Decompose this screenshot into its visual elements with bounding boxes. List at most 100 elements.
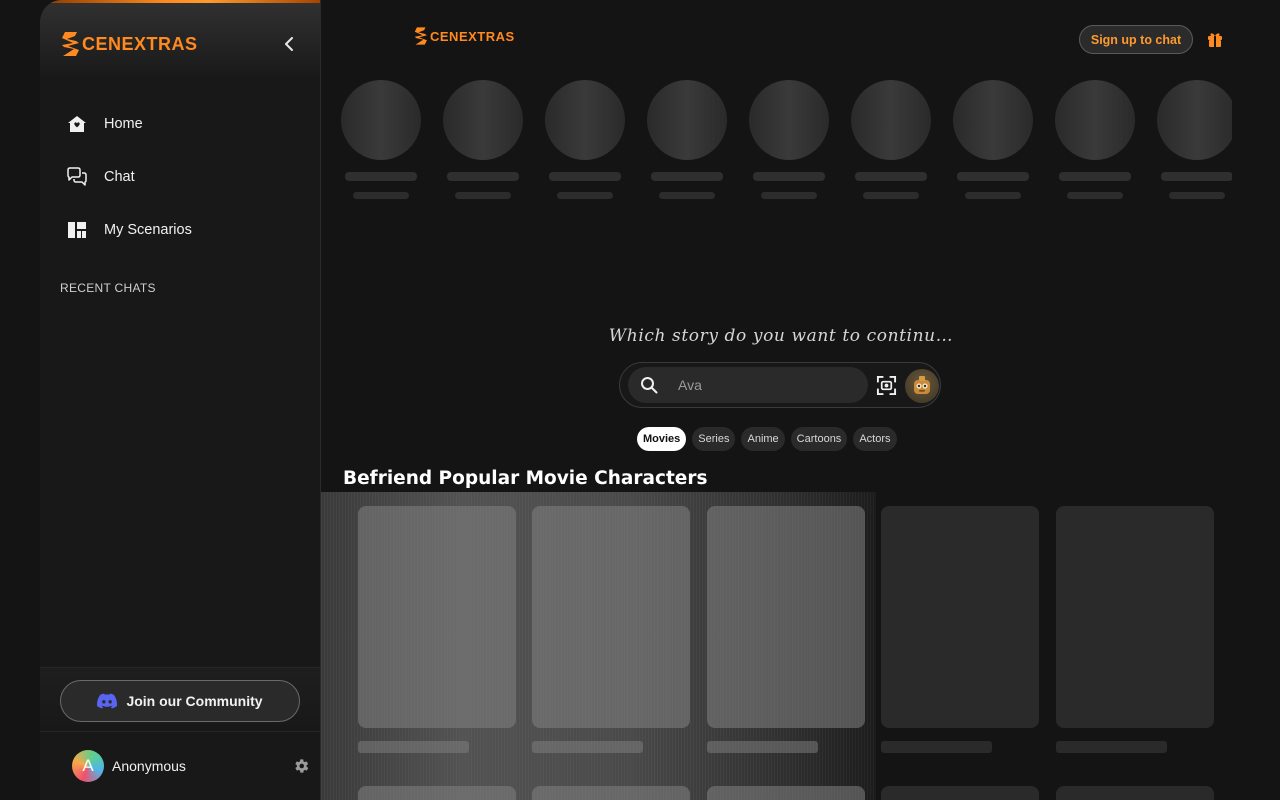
user-name: Anonymous — [112, 758, 186, 774]
recent-stories-row — [341, 80, 1232, 205]
search-prompt: Which story do you want to continu… — [608, 326, 954, 346]
story-title-placeholder — [1059, 172, 1131, 181]
main-content: CENEXTRAS Sign up to chat Which story do… — [321, 0, 1280, 800]
story-subtitle-placeholder — [761, 192, 817, 199]
story-avatar-placeholder — [1157, 80, 1232, 160]
chip-cartoons[interactable]: Cartoons — [790, 427, 848, 451]
story-subtitle-placeholder — [1067, 192, 1123, 199]
character-card-placeholder[interactable] — [358, 506, 516, 753]
sidebar-item-home[interactable]: Home — [60, 104, 300, 144]
card-image-placeholder — [358, 786, 516, 800]
story-placeholder[interactable] — [953, 80, 1033, 199]
character-card-placeholder[interactable] — [532, 506, 690, 753]
story-title-placeholder — [753, 172, 825, 181]
join-community-label: Join our Community — [126, 693, 263, 709]
chat-icon — [66, 166, 88, 188]
section-title: Befriend Popular Movie Characters — [343, 468, 708, 489]
story-placeholder[interactable] — [443, 80, 523, 199]
home-icon — [66, 113, 88, 135]
story-avatar-placeholder — [749, 80, 829, 160]
card-image-placeholder — [1056, 506, 1214, 728]
card-image-placeholder — [1056, 786, 1214, 800]
card-title-placeholder — [358, 741, 469, 753]
join-community-button[interactable]: Join our Community — [60, 680, 300, 722]
card-image-placeholder — [358, 506, 516, 728]
assistant-avatar[interactable] — [905, 369, 939, 403]
gift-icon[interactable] — [1207, 31, 1223, 48]
avatar: A — [72, 750, 104, 782]
card-image-placeholder — [532, 506, 690, 728]
sidebar-item-my-scenarios[interactable]: My Scenarios — [60, 210, 300, 250]
recent-chats-heading: RECENT CHATS — [60, 281, 156, 295]
sidebar: CENEXTRAS Home Chat My Scenarios RECENT … — [40, 0, 321, 800]
search-input[interactable] — [678, 370, 858, 400]
story-title-placeholder — [957, 172, 1029, 181]
card-image-placeholder — [881, 506, 1039, 728]
story-subtitle-placeholder — [659, 192, 715, 199]
character-card-placeholder[interactable] — [707, 786, 865, 800]
story-avatar-placeholder — [851, 80, 931, 160]
header-logo[interactable]: CENEXTRAS — [413, 26, 515, 46]
story-placeholder[interactable] — [341, 80, 421, 199]
chip-actors[interactable]: Actors — [853, 427, 897, 451]
card-image-placeholder — [707, 506, 865, 728]
story-subtitle-placeholder — [863, 192, 919, 199]
card-image-placeholder — [707, 786, 865, 800]
app-root: CENEXTRAS Home Chat My Scenarios RECENT … — [0, 0, 1280, 800]
story-avatar-placeholder — [1055, 80, 1135, 160]
story-title-placeholder — [651, 172, 723, 181]
sidebar-nav: Home Chat My Scenarios — [60, 104, 300, 263]
story-subtitle-placeholder — [965, 192, 1021, 199]
story-title-placeholder — [855, 172, 927, 181]
logo-s-icon — [414, 27, 427, 45]
character-card-placeholder[interactable] — [358, 786, 516, 800]
sidebar-item-chat[interactable]: Chat — [60, 157, 300, 197]
gear-icon[interactable] — [292, 757, 310, 775]
user-profile[interactable]: A Anonymous — [72, 750, 312, 782]
chip-movies[interactable]: Movies — [637, 427, 687, 451]
logo-text: CENEXTRAS — [430, 28, 515, 44]
sidebar-item-label: My Scenarios — [104, 222, 192, 238]
logo-text: CENEXTRAS — [82, 33, 198, 54]
story-placeholder[interactable] — [1157, 80, 1232, 199]
logo-s-icon — [62, 32, 79, 56]
card-image-placeholder — [881, 786, 1039, 800]
community-section: Join our Community — [40, 667, 320, 732]
story-placeholder[interactable] — [1055, 80, 1135, 199]
chip-series[interactable]: Series — [692, 427, 736, 451]
story-placeholder[interactable] — [749, 80, 829, 199]
search-field[interactable] — [628, 367, 868, 403]
character-card-placeholder[interactable] — [881, 506, 1039, 753]
character-card-placeholder[interactable] — [707, 506, 865, 753]
story-avatar-placeholder — [953, 80, 1033, 160]
discord-icon — [97, 693, 118, 709]
story-placeholder[interactable] — [647, 80, 727, 199]
sidebar-item-label: Home — [104, 116, 143, 132]
card-image-placeholder — [532, 786, 690, 800]
story-title-placeholder — [447, 172, 519, 181]
story-title-placeholder — [1161, 172, 1232, 181]
sidebar-logo[interactable]: CENEXTRAS — [60, 30, 198, 58]
story-subtitle-placeholder — [557, 192, 613, 199]
sidebar-accent-bar — [40, 0, 320, 3]
image-search-icon[interactable] — [876, 375, 897, 396]
search-bar — [619, 362, 941, 408]
character-card-placeholder[interactable] — [532, 786, 690, 800]
character-card-placeholder[interactable] — [1056, 506, 1214, 753]
collapse-sidebar-button[interactable] — [278, 33, 300, 55]
sign-up-button[interactable]: Sign up to chat — [1079, 25, 1193, 54]
card-title-placeholder — [707, 741, 818, 753]
chip-anime[interactable]: Anime — [741, 427, 785, 451]
story-avatar-placeholder — [443, 80, 523, 160]
card-title-placeholder — [532, 741, 643, 753]
card-title-placeholder — [881, 741, 992, 753]
grid-icon — [66, 219, 88, 241]
character-card-placeholder[interactable] — [1056, 786, 1214, 800]
category-chips: Movies Series Anime Cartoons Actors — [637, 427, 897, 451]
story-title-placeholder — [345, 172, 417, 181]
character-card-placeholder[interactable] — [881, 786, 1039, 800]
sidebar-item-label: Chat — [104, 169, 135, 185]
story-avatar-placeholder — [341, 80, 421, 160]
story-placeholder[interactable] — [851, 80, 931, 199]
story-placeholder[interactable] — [545, 80, 625, 199]
